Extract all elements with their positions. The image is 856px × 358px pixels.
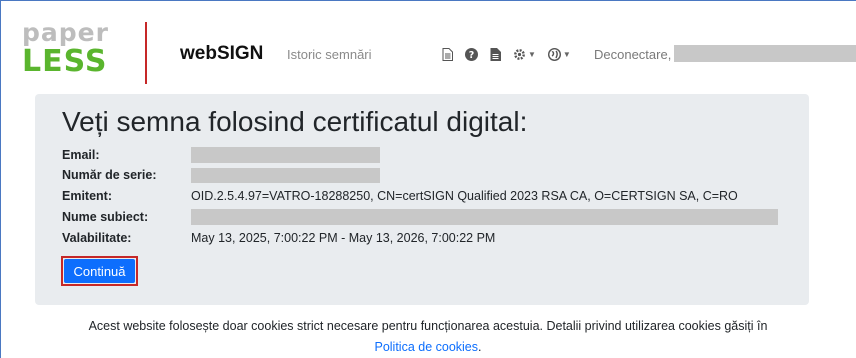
label-issuer: Emitent: <box>62 189 112 203</box>
brand-title[interactable]: webSIGN <box>180 43 263 65</box>
label-serial-number: Număr de serie: <box>62 168 157 182</box>
globe-icon[interactable]: ▼ <box>547 47 571 61</box>
panel-title: Veți semna folosind certificatul digital… <box>62 106 528 137</box>
settings-icon[interactable]: ▼ <box>513 48 536 61</box>
label-email: Email: <box>62 148 100 162</box>
document-icon[interactable] <box>442 47 453 61</box>
file-icon[interactable] <box>490 47 501 61</box>
nav-signing-history[interactable]: Istoric semnări <box>287 47 372 63</box>
cookie-notice: Acest website folosește doar cookies str… <box>88 319 768 333</box>
header-divider <box>145 22 147 84</box>
chevron-down-icon: ▼ <box>562 49 571 59</box>
redacted-serial-number <box>191 168 380 183</box>
logout-link[interactable]: Deconectare, <box>594 47 671 63</box>
continue-button[interactable]: Continuă <box>61 256 138 286</box>
paperless-logo[interactable]: paper LESS <box>22 20 122 82</box>
cookie-policy-suffix: . <box>478 340 482 354</box>
nav-icon-group: ? ▼ ▼ <box>442 44 571 64</box>
redacted-subject-name <box>191 209 778 225</box>
continue-button-label: Continuă <box>64 259 135 283</box>
chevron-down-icon: ▼ <box>528 49 536 59</box>
logo-less-text: LESS <box>22 44 108 79</box>
redacted-username <box>674 45 856 62</box>
value-validity: May 13, 2025, 7:00:22 PM - May 13, 2026,… <box>191 231 496 245</box>
help-icon[interactable]: ? <box>465 47 478 61</box>
redacted-email <box>191 147 380 163</box>
logo-paper-text: paper <box>22 18 109 47</box>
label-subject-name: Nume subiect: <box>62 210 149 224</box>
value-issuer: OID.2.5.4.97=VATRO-18288250, CN=certSIGN… <box>191 189 738 203</box>
svg-text:?: ? <box>469 50 475 61</box>
cookie-policy-line: Politica de cookies. <box>0 339 856 355</box>
cookie-policy-link[interactable]: Politica de cookies <box>374 340 478 354</box>
label-validity: Valabilitate: <box>62 231 132 245</box>
